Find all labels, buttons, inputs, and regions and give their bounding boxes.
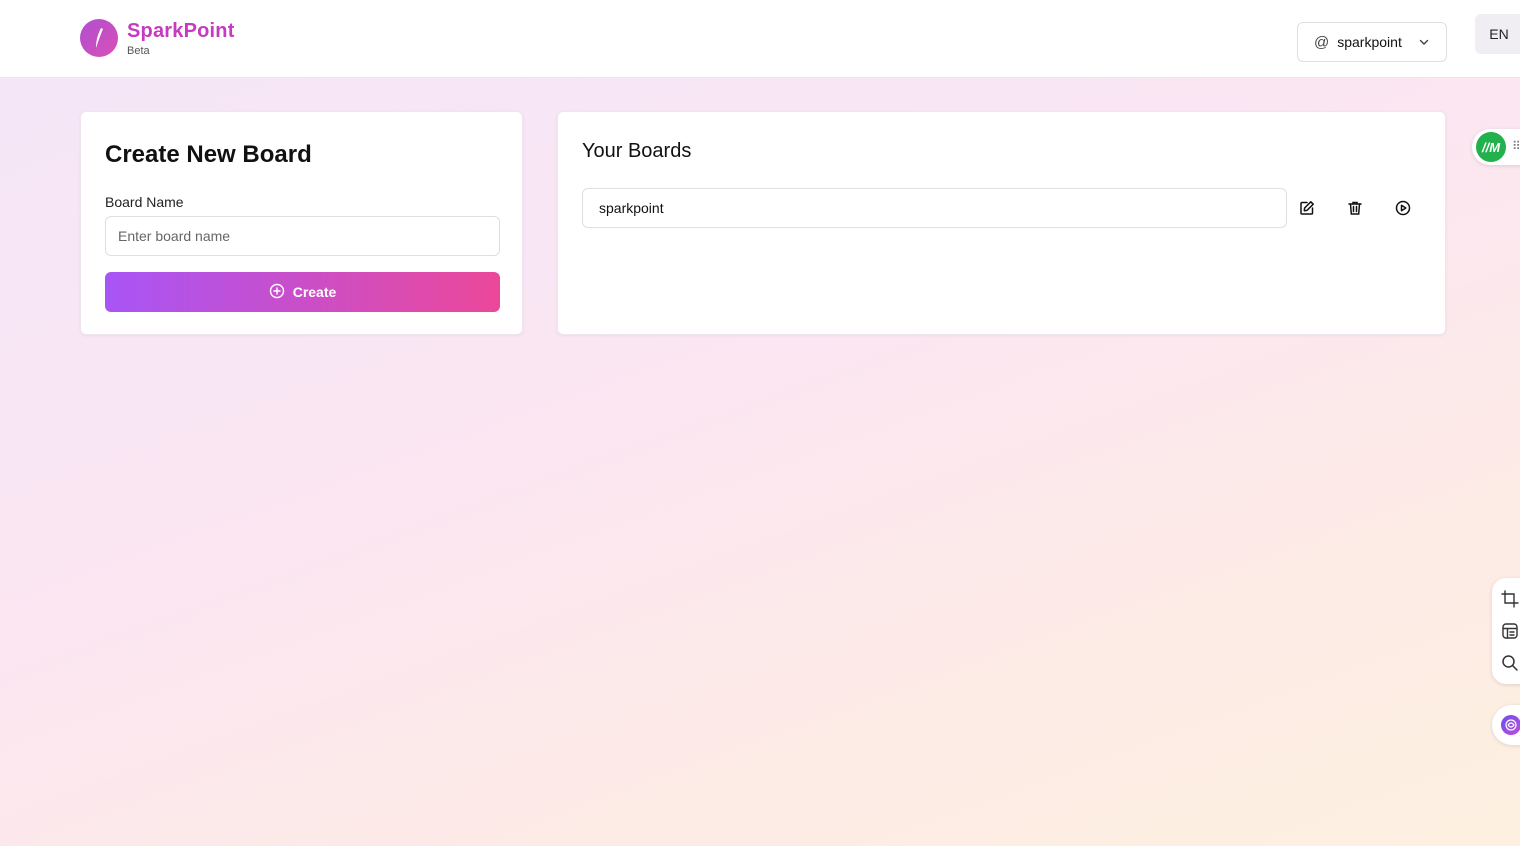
your-boards-card: Your Boards sparkpoint <box>557 111 1446 335</box>
create-board-title: Create New Board <box>105 141 312 168</box>
brain-icon <box>1501 715 1520 735</box>
side-toolbar <box>1492 578 1520 684</box>
create-button-label: Create <box>292 284 337 300</box>
drag-handle-icon[interactable]: ⠿ <box>1512 140 1520 152</box>
create-board-card: Create New Board Board Name Create <box>80 111 523 335</box>
trash-icon[interactable] <box>1343 196 1367 220</box>
plus-circle-icon <box>269 283 285 302</box>
your-boards-title: Your Boards <box>582 140 692 162</box>
extension-logo-icon: //M <box>1476 132 1506 162</box>
brand[interactable]: SparkPoint Beta <box>80 19 235 57</box>
at-icon: @ <box>1314 33 1330 51</box>
brand-text: SparkPoint Beta <box>127 20 235 57</box>
beta-tag: Beta <box>127 45 150 57</box>
search-icon[interactable] <box>1500 653 1520 673</box>
play-circle-icon[interactable] <box>1391 196 1415 220</box>
board-name-input[interactable] <box>105 216 500 256</box>
brand-name: SparkPoint <box>127 20 235 42</box>
crop-icon[interactable] <box>1500 589 1520 609</box>
edit-icon[interactable] <box>1295 196 1319 220</box>
language-button[interactable]: EN <box>1475 14 1520 54</box>
create-button[interactable]: Create <box>105 272 500 312</box>
top-header: SparkPoint Beta @ sparkpoint EN <box>0 0 1520 78</box>
spark-logo-icon <box>80 19 118 57</box>
board-item[interactable]: sparkpoint <box>582 188 1287 228</box>
user-dropdown[interactable]: @ sparkpoint <box>1297 22 1447 62</box>
assistant-button[interactable] <box>1492 705 1520 745</box>
user-name: sparkpoint <box>1337 34 1402 50</box>
board-name-label: Board Name <box>105 194 184 210</box>
reader-icon[interactable] <box>1500 621 1520 641</box>
extension-badge[interactable]: //M ⠿ <box>1472 129 1520 165</box>
chevron-down-icon <box>1418 36 1430 48</box>
